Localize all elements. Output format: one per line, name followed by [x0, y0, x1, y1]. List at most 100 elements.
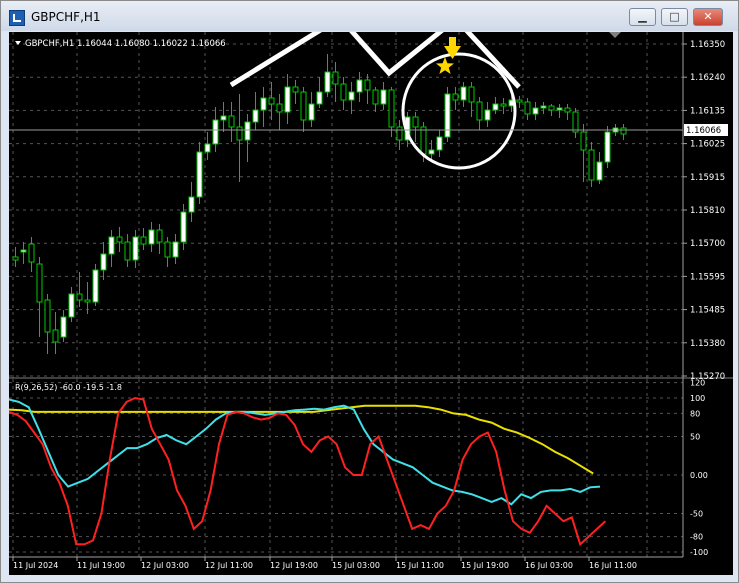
- indicator-tick-label: 120: [690, 379, 705, 388]
- candle-body: [572, 111, 579, 133]
- candle-body: [172, 241, 179, 258]
- chart-area[interactable]: GBPCHF,H1 1.16044 1.16080 1.16022 1.1606…: [9, 32, 733, 575]
- time-tick-label: 11 Jul 2024: [13, 561, 58, 570]
- candle-body: [396, 126, 403, 141]
- candle-body: [412, 116, 419, 128]
- candle-body: [228, 115, 235, 128]
- time-tick-label: 15 Jul 11:00: [396, 561, 444, 570]
- shift-marker-icon[interactable]: [609, 32, 621, 38]
- time-tick-label: 12 Jul 11:00: [205, 561, 253, 570]
- candle-body: [516, 99, 523, 103]
- candle-body: [436, 136, 443, 151]
- candle-body: [580, 131, 587, 151]
- candle-body: [604, 131, 611, 163]
- candle-body: [148, 229, 155, 245]
- indicator-axis: 120 100 80 50 0.00 -50 -80 -100: [690, 379, 708, 557]
- candle-body: [588, 149, 595, 181]
- candle-body: [596, 161, 603, 181]
- candle-body: [468, 86, 475, 103]
- close-button[interactable]: ✕: [693, 8, 723, 26]
- time-tick-label: 12 Jul 03:00: [141, 561, 189, 570]
- candle-body: [532, 107, 539, 115]
- candle-body: [28, 243, 35, 263]
- price-tick-label: 1.15915: [690, 173, 725, 183]
- candle-body: [316, 91, 323, 105]
- candle-body: [276, 103, 283, 113]
- candle-body: [164, 241, 171, 258]
- candle-body: [372, 89, 379, 105]
- indicator-tick-label: 50: [690, 433, 700, 442]
- candle-body: [388, 89, 395, 128]
- star-icon[interactable]: [436, 57, 454, 74]
- candle-body: [620, 127, 627, 135]
- candle-body: [76, 293, 83, 301]
- price-axis[interactable]: 1.16350 1.16240 1.16135 1.16025 1.15915 1.158…: [683, 40, 725, 382]
- candle-body: [12, 256, 19, 261]
- candle-body: [212, 119, 219, 145]
- candle-body: [292, 86, 299, 93]
- chart-window-icon: [9, 10, 25, 26]
- price-tick-label: 1.15810: [690, 206, 725, 216]
- price-tick-label: 1.16240: [690, 73, 725, 83]
- candle-body: [52, 329, 59, 343]
- price-tick-label: 1.16025: [690, 140, 725, 150]
- zigzag-trendline-drawing[interactable]: [229, 32, 521, 89]
- time-tick-label: 15 Jul 19:00: [461, 561, 509, 570]
- candle-body: [180, 211, 187, 243]
- candle-body: [36, 263, 43, 303]
- candle-body: [540, 105, 547, 109]
- window-title: GBPCHF,H1: [31, 10, 101, 24]
- maximize-button[interactable]: □: [661, 8, 688, 26]
- candle-body: [244, 121, 251, 141]
- time-tick-label: 12 Jul 19:00: [270, 561, 318, 570]
- candle-body: [476, 101, 483, 121]
- candle-body: [444, 93, 451, 138]
- price-tick-label: 1.15380: [690, 339, 725, 349]
- candle-body: [188, 196, 195, 213]
- indicator-tick-label: -80: [690, 533, 703, 542]
- candle-body: [380, 89, 387, 105]
- candle-body: [484, 109, 491, 121]
- candle-body: [124, 241, 131, 261]
- time-tick-label: 16 Jul 03:00: [525, 561, 573, 570]
- time-axis[interactable]: 11 Jul 2024 11 Jul 19:00 12 Jul 03:00 12 Ju…: [12, 557, 637, 570]
- candle-body: [156, 229, 163, 243]
- time-tick-label: 11 Jul 19:00: [77, 561, 125, 570]
- candle-body: [492, 103, 499, 111]
- indicator-label: R(9,26,52) -60.0 -19.5 -1.8: [15, 383, 122, 392]
- candle-body: [252, 109, 259, 123]
- candle-body: [364, 79, 371, 91]
- candle-body: [108, 236, 115, 255]
- candle-body: [20, 249, 27, 253]
- candle-body: [220, 115, 227, 121]
- indicator-tick-label: 0.00: [690, 471, 708, 480]
- price-tick-label: 1.15700: [690, 239, 725, 249]
- candle-body: [548, 105, 555, 111]
- candle-body: [100, 253, 107, 271]
- chart-canvas[interactable]: GBPCHF,H1 1.16044 1.16080 1.16022 1.1606…: [9, 32, 733, 575]
- candle-body: [428, 149, 435, 155]
- candle-body: [500, 103, 507, 107]
- candle-body: [204, 143, 211, 153]
- candle-body: [116, 236, 123, 243]
- candle-body: [332, 71, 339, 85]
- candle-body: [68, 293, 75, 318]
- indicator-tick-label: -100: [690, 548, 708, 557]
- candle-body: [556, 107, 563, 111]
- candle-body: [324, 71, 331, 93]
- chart-window: GBPCHF,H1 ▁ □ ✕ GBPCHF,H1 1.16044 1.1608…: [0, 0, 739, 583]
- candle-body: [308, 103, 315, 121]
- candle-body: [44, 299, 51, 333]
- candle-body: [420, 126, 427, 155]
- current-price-value: 1.16066: [686, 126, 721, 136]
- symbol-info-label: GBPCHF,H1 1.16044 1.16080 1.16022 1.1606…: [25, 39, 226, 49]
- candle-body: [356, 79, 363, 93]
- minimize-button[interactable]: ▁: [629, 8, 656, 26]
- candle-body: [340, 83, 347, 101]
- candle-body: [236, 126, 243, 141]
- candle-body: [84, 299, 91, 303]
- candle-body: [284, 86, 291, 113]
- chart-menu-triangle-icon[interactable]: [15, 41, 21, 45]
- title-bar[interactable]: GBPCHF,H1 ▁ □ ✕: [1, 1, 738, 31]
- candle-body: [300, 91, 307, 121]
